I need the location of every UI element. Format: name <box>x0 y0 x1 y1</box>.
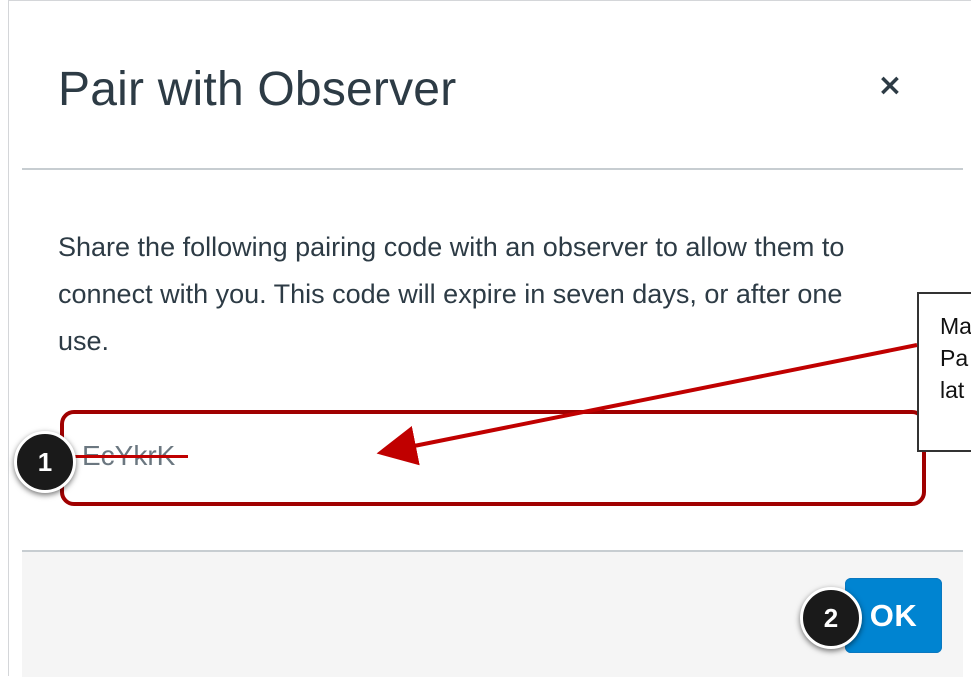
dialog-title: Pair with Observer <box>58 63 457 116</box>
step-badge-1: 1 <box>14 431 76 493</box>
step-badge-2: 2 <box>800 587 862 649</box>
header-divider <box>22 168 963 170</box>
redaction-strike <box>74 455 188 458</box>
callout-text: Ma Pa lat <box>940 313 971 403</box>
close-button[interactable]: × <box>868 64 912 108</box>
callout-box: Ma Pa lat <box>917 292 971 452</box>
pairing-code-field[interactable]: EcYkrK <box>60 410 926 506</box>
close-icon: × <box>877 68 903 103</box>
dialog-description: Share the following pairing code with an… <box>58 232 845 356</box>
